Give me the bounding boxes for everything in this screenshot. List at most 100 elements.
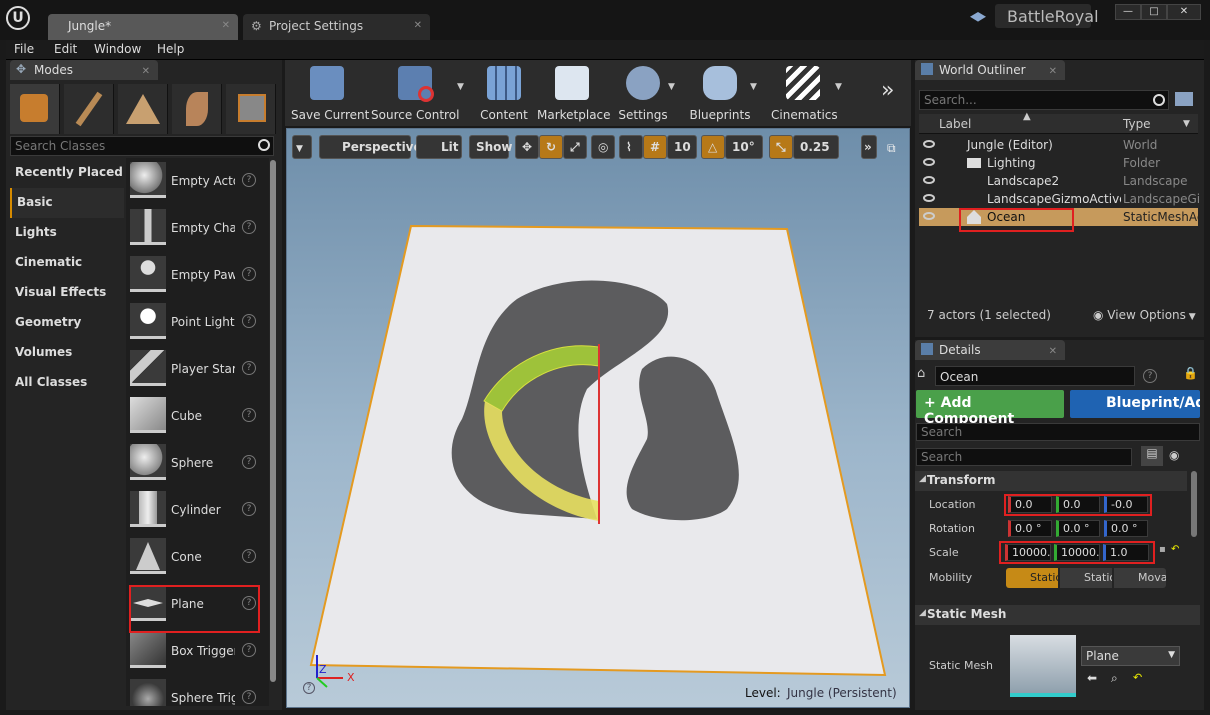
place-mode-button[interactable] xyxy=(10,84,60,134)
settings-button[interactable]: Settings xyxy=(613,66,673,122)
geometry-mode-button[interactable] xyxy=(226,84,276,134)
category-all-classes[interactable]: All Classes xyxy=(10,368,124,398)
help-icon[interactable]: ? xyxy=(242,173,256,187)
category-visual-effects[interactable]: Visual Effects xyxy=(10,278,124,308)
close-icon[interactable]: ✕ xyxy=(222,20,230,31)
foliage-mode-button[interactable] xyxy=(172,84,222,134)
help-icon[interactable]: ? xyxy=(242,314,256,328)
help-icon[interactable]: ? xyxy=(242,220,256,234)
maximize-button[interactable]: □ xyxy=(1141,4,1167,20)
static-mesh-dropdown[interactable]: Plane ▼ xyxy=(1081,646,1180,666)
view-options-button[interactable]: ◉ View Options ▼ xyxy=(1093,308,1196,322)
category-lights[interactable]: Lights xyxy=(10,218,124,248)
marketplace-button[interactable]: Marketplace xyxy=(537,66,611,122)
rotation-z-field[interactable]: 0.0 ° xyxy=(1104,520,1148,537)
modes-tab[interactable]: ✥ Modes ✕ xyxy=(10,60,158,80)
table-row[interactable]: LandscapeGizmoActiveActorLandscapeGizmoA… xyxy=(919,190,1199,208)
menu-window[interactable]: Window xyxy=(94,42,141,56)
mobility-static-button[interactable]: Static xyxy=(1006,568,1058,588)
list-item[interactable]: Sphere Trigger? xyxy=(126,675,263,706)
menu-file[interactable]: File xyxy=(14,42,34,56)
graduation-cap-icon[interactable] xyxy=(970,12,986,22)
col-label[interactable]: Label xyxy=(939,117,971,131)
component-search-input[interactable]: Search xyxy=(916,423,1200,441)
eye-icon[interactable] xyxy=(923,194,935,202)
mobility-movable-button[interactable]: Movable xyxy=(1114,568,1166,588)
help-icon[interactable]: ? xyxy=(242,643,256,657)
chevron-down-icon[interactable]: ▼ xyxy=(457,82,464,92)
details-scrollbar[interactable] xyxy=(1191,471,1197,537)
col-type[interactable]: Type xyxy=(1123,117,1151,131)
cinematics-button[interactable]: Cinematics xyxy=(771,66,838,122)
eye-icon[interactable] xyxy=(923,212,935,220)
menu-edit[interactable]: Edit xyxy=(54,42,77,56)
help-icon[interactable]: ? xyxy=(303,682,315,694)
help-icon[interactable]: ? xyxy=(242,408,256,422)
world-outliner-tab[interactable]: World Outliner ✕ xyxy=(915,60,1065,80)
chevron-down-icon[interactable]: ▼ xyxy=(750,82,757,92)
source-control-button[interactable]: Source Control xyxy=(371,66,459,122)
eye-icon[interactable] xyxy=(923,140,935,148)
help-icon[interactable]: ? xyxy=(242,690,256,704)
chevron-down-icon[interactable]: ▼ xyxy=(835,82,842,92)
list-item[interactable]: Player Start? xyxy=(126,346,263,392)
rotation-x-field[interactable]: 0.0 ° xyxy=(1008,520,1052,537)
lock-icon[interactable]: 🔒 xyxy=(1183,366,1198,380)
browse-search-icon[interactable]: ⌕ xyxy=(1111,671,1118,686)
blueprint-button[interactable]: Blueprint/Add Script xyxy=(1070,390,1200,418)
more-button[interactable]: » xyxy=(881,78,894,103)
mobility-stationary-button[interactable]: Stationary xyxy=(1060,568,1112,588)
minimize-button[interactable]: — xyxy=(1115,4,1141,20)
rotation-y-field[interactable]: 0.0 ° xyxy=(1056,520,1100,537)
table-row[interactable]: Landscape2 Landscape xyxy=(919,172,1198,190)
menu-help[interactable]: Help xyxy=(157,42,184,56)
close-icon[interactable]: ✕ xyxy=(1049,346,1057,357)
rotation-label[interactable]: Rotation xyxy=(929,522,975,535)
details-tab[interactable]: Details ✕ xyxy=(915,340,1065,360)
content-button[interactable]: Content xyxy=(475,66,533,122)
static-mesh-header[interactable]: ◢ Static Mesh xyxy=(915,605,1200,625)
eye-icon[interactable] xyxy=(923,158,935,166)
close-icon[interactable]: ✕ xyxy=(414,20,422,31)
category-basic[interactable]: Basic xyxy=(10,188,124,218)
lock-icon[interactable]: ▪ xyxy=(1159,544,1166,555)
blueprints-button[interactable]: Blueprints xyxy=(689,66,751,122)
reset-arrow-icon[interactable]: ↶ xyxy=(1133,671,1142,684)
close-icon[interactable]: ✕ xyxy=(1049,66,1057,77)
help-icon[interactable]: ? xyxy=(242,502,256,516)
add-folder-icon[interactable] xyxy=(1175,92,1193,106)
list-item[interactable]: Empty Actor? xyxy=(126,158,263,204)
help-icon[interactable]: ? xyxy=(1143,369,1157,383)
list-item[interactable]: Empty Pawn? xyxy=(126,252,263,298)
table-row[interactable]: Jungle (Editor) World xyxy=(919,136,1198,154)
table-row[interactable]: Lighting Folder xyxy=(919,154,1198,172)
chevron-down-icon[interactable]: ▼ xyxy=(668,82,675,92)
paint-mode-button[interactable] xyxy=(64,84,114,134)
save-current-button[interactable]: Save Current xyxy=(291,66,369,122)
landscape-mode-button[interactable] xyxy=(118,84,168,134)
help-icon[interactable]: ? xyxy=(242,549,256,563)
property-matrix-icon[interactable]: ▤ xyxy=(1141,446,1163,466)
add-component-button[interactable]: + Add Component xyxy=(916,390,1064,427)
eye-icon[interactable]: ◉ xyxy=(1169,448,1179,462)
tab-project-settings[interactable]: ⚙ Project Settings ✕ xyxy=(243,14,430,40)
static-mesh-thumbnail[interactable] xyxy=(1010,635,1076,697)
actor-name-input[interactable]: Ocean xyxy=(935,366,1135,386)
help-icon[interactable]: ? xyxy=(242,361,256,375)
list-item[interactable]: Cone? xyxy=(126,534,263,580)
help-icon[interactable]: ? xyxy=(242,267,256,281)
level-viewport[interactable]: ▼ Perspective Lit Show ✥ ↻ ⤢ ◎ ⌇ # 10 △ … xyxy=(286,128,910,708)
scene-canvas[interactable] xyxy=(287,129,910,708)
list-scrollbar[interactable] xyxy=(270,160,276,682)
category-geometry[interactable]: Geometry xyxy=(10,308,124,338)
details-search-input[interactable]: Search xyxy=(916,448,1132,466)
tab-jungle[interactable]: Jungle* ✕ xyxy=(48,14,238,40)
list-item[interactable]: Point Light? xyxy=(126,299,263,345)
eye-icon[interactable] xyxy=(923,176,935,184)
category-cinematic[interactable]: Cinematic xyxy=(10,248,124,278)
outliner-search-input[interactable]: Search... xyxy=(919,90,1169,110)
list-item[interactable]: Sphere? xyxy=(126,440,263,486)
close-window-button[interactable]: ✕ xyxy=(1167,4,1201,20)
chevron-down-icon[interactable]: ▼ xyxy=(1183,119,1190,129)
category-recently-placed[interactable]: Recently Placed xyxy=(10,158,124,188)
